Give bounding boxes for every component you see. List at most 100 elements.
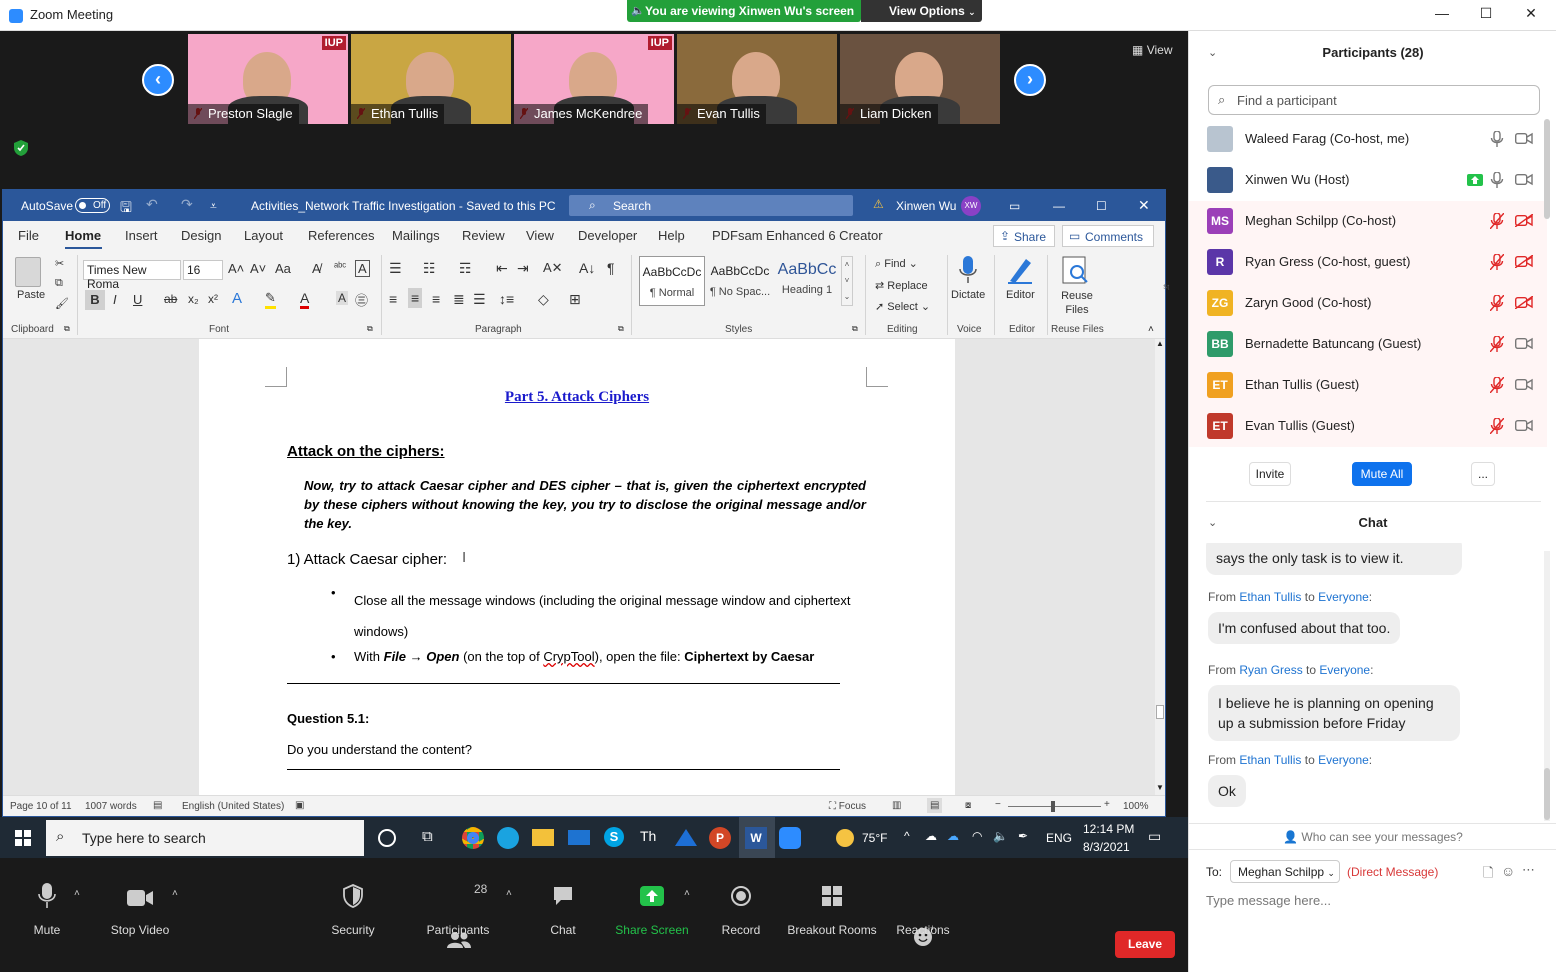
- phonetic-guide-icon[interactable]: ᵃᵇᶜ: [334, 261, 346, 273]
- shrink-font-icon[interactable]: A˅: [250, 261, 266, 276]
- clock-date[interactable]: 8/3/2021: [1083, 840, 1130, 854]
- cut-icon[interactable]: ✂: [55, 257, 64, 270]
- wireshark-icon[interactable]: [675, 829, 697, 846]
- multilevel-list-icon[interactable]: ☶: [459, 260, 472, 277]
- participant-row[interactable]: BB Bernadette Batuncang (Guest): [1189, 324, 1547, 365]
- shading-icon[interactable]: ◇: [538, 291, 549, 308]
- dialog-launcher-icon[interactable]: ⧉: [64, 324, 70, 334]
- video-camera-icon[interactable]: [126, 884, 154, 912]
- tab-insert[interactable]: Insert: [125, 228, 158, 243]
- more-options-button[interactable]: ...: [1471, 462, 1495, 486]
- stop-video-label[interactable]: Stop Video: [104, 923, 176, 937]
- style-heading-1[interactable]: AaBbCc Heading 1: [774, 256, 840, 306]
- style-normal[interactable]: AaBbCcDc ¶ Normal: [639, 256, 705, 306]
- tab-view[interactable]: View: [526, 228, 554, 243]
- zoom-slider-thumb[interactable]: [1051, 801, 1055, 812]
- justify-icon[interactable]: ≣: [453, 291, 465, 308]
- character-shading-icon[interactable]: A: [336, 291, 349, 305]
- tab-review[interactable]: Review: [462, 228, 505, 243]
- strikethrough-icon[interactable]: ab: [164, 292, 177, 306]
- change-case-icon[interactable]: Aa: [275, 261, 291, 276]
- dialog-launcher-icon[interactable]: ⧉: [618, 324, 624, 334]
- tab-pdfsam[interactable]: PDFsam Enhanced 6 Creator: [712, 228, 883, 243]
- file-icon[interactable]: 🗋: [1483, 864, 1493, 886]
- breakout-rooms-label[interactable]: Breakout Rooms: [786, 923, 878, 937]
- muted-microphone-icon[interactable]: [1490, 336, 1504, 352]
- font-size-select[interactable]: 16: [183, 260, 223, 280]
- replace-button[interactable]: ⇄ Replace: [875, 279, 928, 292]
- participant-row[interactable]: R Ryan Gress (Co-host, guest): [1189, 242, 1547, 283]
- participants-scrollbar[interactable]: [1544, 119, 1550, 219]
- onedrive-business-icon[interactable]: ☁: [947, 829, 959, 843]
- mute-all-button[interactable]: Mute All: [1352, 462, 1412, 486]
- chevron-up-icon[interactable]: ˄: [684, 888, 690, 899]
- read-mode-icon[interactable]: ▥: [892, 800, 901, 811]
- superscript-icon[interactable]: x²: [208, 292, 218, 306]
- asian-layout-icon[interactable]: A✕: [543, 260, 563, 276]
- language[interactable]: English (United States): [182, 801, 284, 812]
- video-off-icon[interactable]: [1515, 255, 1533, 268]
- highlight-icon[interactable]: ✎: [265, 290, 276, 309]
- video-tile[interactable]: Evan Tullis: [677, 34, 837, 124]
- video-camera-icon[interactable]: [1515, 173, 1533, 186]
- print-layout-icon[interactable]: ▤: [927, 798, 943, 813]
- redo-icon[interactable]: ↷: [181, 196, 193, 213]
- recipient-name[interactable]: Everyone: [1319, 663, 1370, 677]
- zoom-level[interactable]: 100%: [1123, 801, 1149, 812]
- italic-icon[interactable]: I: [113, 292, 117, 307]
- tab-mailings[interactable]: Mailings: [392, 228, 440, 243]
- file-explorer-icon[interactable]: [532, 829, 554, 846]
- chat-message-text[interactable]: I believe he is planning on opening up a…: [1208, 685, 1460, 741]
- borders-icon[interactable]: ⊞: [569, 291, 581, 308]
- tab-layout[interactable]: Layout: [244, 228, 283, 243]
- view-options-button[interactable]: View Options ⌄: [861, 0, 982, 22]
- muted-microphone-icon[interactable]: [1490, 213, 1504, 229]
- record-icon[interactable]: [730, 882, 752, 910]
- word-search-box[interactable]: ⌕ Search: [569, 195, 853, 216]
- autosave-toggle[interactable]: Off: [75, 198, 110, 213]
- show-formatting-icon[interactable]: ¶: [607, 260, 615, 276]
- word-maximize-icon[interactable]: ☐: [1096, 199, 1107, 213]
- pen-icon[interactable]: ✒: [1018, 829, 1028, 843]
- font-name-select[interactable]: Times New Roma: [83, 260, 181, 291]
- find-button[interactable]: ⌕ Find ⌄: [875, 257, 918, 271]
- chat-message-input[interactable]: Type message here...: [1206, 893, 1331, 908]
- sender-name[interactable]: Ryan Gress: [1239, 663, 1302, 677]
- emoji-icon[interactable]: ☺: [1501, 863, 1515, 879]
- web-layout-icon[interactable]: ⧇: [965, 800, 971, 811]
- scroll-up-icon[interactable]: ▲: [1155, 339, 1165, 351]
- chevron-up-icon[interactable]: ˄: [506, 888, 512, 899]
- who-can-see-link[interactable]: 👤 Who can see your messages?: [1189, 830, 1556, 844]
- taskbar-search[interactable]: ⌕ Type here to search: [46, 820, 364, 856]
- page-count[interactable]: Page 10 of 11: [10, 801, 72, 812]
- distributed-icon[interactable]: ☰: [473, 291, 486, 308]
- bullets-icon[interactable]: ☰: [389, 260, 402, 277]
- reactions-label[interactable]: Reactions: [894, 923, 952, 937]
- sender-name[interactable]: Ethan Tullis: [1239, 753, 1301, 767]
- dialog-launcher-icon[interactable]: ⧉: [852, 324, 858, 334]
- chrome-icon[interactable]: [462, 827, 484, 849]
- word-close-icon[interactable]: ✕: [1138, 197, 1150, 214]
- word-app-icon[interactable]: W: [745, 827, 767, 849]
- font-color-icon[interactable]: A: [300, 290, 310, 309]
- collapse-ribbon-icon[interactable]: ˄: [1148, 324, 1154, 335]
- close-icon[interactable]: ✕: [1519, 5, 1543, 25]
- tab-developer[interactable]: Developer: [578, 228, 637, 243]
- video-off-icon[interactable]: [1515, 214, 1533, 227]
- word-user-name[interactable]: Xinwen Wu: [896, 199, 956, 213]
- video-camera-icon[interactable]: [1515, 132, 1533, 145]
- muted-microphone-icon[interactable]: [1490, 418, 1504, 434]
- tab-file[interactable]: File: [18, 228, 39, 243]
- tab-help[interactable]: Help: [658, 228, 685, 243]
- share-screen-label[interactable]: Share Screen: [614, 923, 690, 937]
- bold-icon[interactable]: B: [85, 290, 105, 310]
- document-page[interactable]: Part 5. Attack Ciphers Attack on the cip…: [199, 339, 955, 795]
- zoom-out-icon[interactable]: −: [995, 799, 1001, 810]
- decrease-indent-icon[interactable]: ⇤: [496, 260, 508, 277]
- app-icon[interactable]: Th: [640, 828, 662, 848]
- comments-button[interactable]: ▭ Comments: [1062, 225, 1154, 247]
- share-screen-icon[interactable]: [640, 882, 664, 910]
- numbering-icon[interactable]: ☷: [423, 260, 436, 277]
- previous-page-button[interactable]: ‹: [142, 64, 174, 96]
- volume-icon[interactable]: 🔈: [993, 829, 1008, 843]
